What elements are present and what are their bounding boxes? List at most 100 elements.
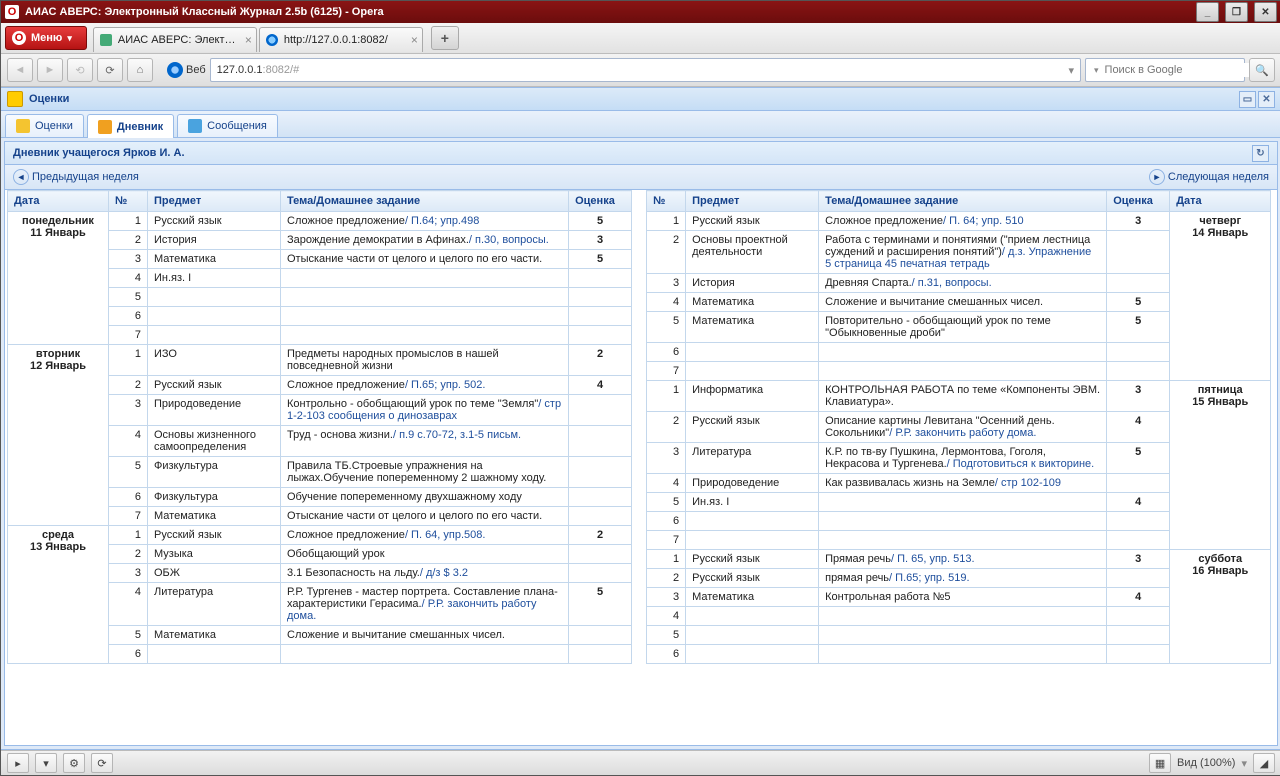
browser-tab[interactable]: http://127.0.0.1:8082/×: [259, 27, 423, 52]
grade-cell: 4: [1107, 412, 1170, 443]
lesson-num: 3: [109, 250, 148, 269]
homework-link[interactable]: / стр 102-109: [995, 477, 1061, 489]
homework-link[interactable]: / П. 64; упр. 510: [943, 215, 1024, 227]
lesson-num: 6: [647, 645, 686, 664]
homework-link[interactable]: / стр 1-2-103 сообщения о динозаврах: [287, 398, 561, 422]
browser-tab[interactable]: АИАС АВЕРС: Электрон...×: [93, 27, 257, 52]
subject-cell: Основы жизненного самоопределения: [148, 426, 281, 457]
grade-cell: [569, 488, 632, 507]
subject-cell: Русский язык: [686, 412, 819, 443]
lesson-num: 7: [109, 326, 148, 345]
grade-cell: 3: [1107, 212, 1170, 231]
address-bar: ◄ ► ⟲ ⟳ ⌂ Веб 127.0.0.1:8082/# ▾ ▾ 🔍: [1, 54, 1280, 87]
th-topic: Тема/Домашнее задание: [819, 191, 1107, 212]
grade-cell: 4: [569, 376, 632, 395]
address-input[interactable]: 127.0.0.1:8082/# ▾: [210, 58, 1081, 82]
lesson-num: 6: [109, 307, 148, 326]
subject-cell: Русский язык: [686, 550, 819, 569]
lesson-num: 5: [647, 626, 686, 645]
minimize-button[interactable]: _: [1196, 2, 1219, 22]
subpanel-header: Дневник учащегося Ярков И. А. ↻: [5, 142, 1277, 165]
homework-link[interactable]: / п.31, вопросы.: [912, 277, 992, 289]
homework-link[interactable]: / п.30, вопросы.: [469, 234, 549, 246]
grade-cell: 5: [1107, 312, 1170, 343]
search-box[interactable]: ▾: [1085, 58, 1245, 82]
homework-link[interactable]: / П.64; упр.498: [405, 215, 479, 227]
status-misc-button[interactable]: ⚙: [63, 753, 85, 773]
grade-cell: [1107, 362, 1170, 381]
topic-cell: Правила ТБ.Строевые упражнения на лыжах.…: [281, 457, 569, 488]
topic-cell: [281, 288, 569, 307]
maximize-panel-button[interactable]: ▭: [1239, 91, 1256, 108]
home-button[interactable]: ⌂: [127, 58, 153, 82]
tab-icon: [16, 119, 30, 133]
topic-cell: Работа с терминами и понятиями ("прием л…: [819, 231, 1107, 274]
lesson-num: 4: [647, 474, 686, 493]
homework-link[interactable]: / П. 64, упр.508.: [405, 529, 486, 541]
lesson-num: 4: [109, 269, 148, 288]
grade-cell: [1107, 626, 1170, 645]
subject-cell: Физкультура: [148, 488, 281, 507]
homework-link[interactable]: / п.9 с.70-72, з.1-5 письм.: [393, 429, 521, 441]
app-tab-дневник[interactable]: Дневник: [87, 114, 174, 138]
panel-toggle-button[interactable]: ▸: [7, 753, 29, 773]
homework-link[interactable]: / П.65; упр. 519.: [889, 572, 970, 584]
prev-week-link[interactable]: ◄Предыдущая неделя: [13, 169, 139, 185]
sync-button[interactable]: ⟳: [91, 753, 113, 773]
close-tab-icon[interactable]: ×: [245, 33, 252, 47]
globe-icon: [167, 62, 183, 78]
subject-cell: Основы проектной деятельности: [686, 231, 819, 274]
lesson-num: 6: [109, 488, 148, 507]
lesson-num: 2: [647, 569, 686, 588]
grade-cell: [1107, 343, 1170, 362]
topic-cell: [281, 645, 569, 664]
day-cell: среда13 Январь: [8, 526, 109, 664]
grade-cell: 5: [569, 250, 632, 269]
refresh-button[interactable]: ↻: [1252, 145, 1269, 162]
new-tab-button[interactable]: +: [431, 26, 459, 50]
homework-link[interactable]: / д.з. Упражнение 5 страница 45 печатная…: [825, 246, 1091, 270]
resize-grip[interactable]: ◢: [1253, 753, 1275, 773]
grade-cell: [569, 426, 632, 457]
homework-link[interactable]: / д/з $ 3.2: [420, 567, 468, 579]
grade-cell: [1107, 231, 1170, 274]
lesson-num: 2: [109, 376, 148, 395]
subject-cell: Природоведение: [686, 474, 819, 493]
status-config-button[interactable]: ▾: [35, 753, 57, 773]
back-button[interactable]: ◄: [7, 58, 33, 82]
opera-menu-button[interactable]: O Меню: [5, 26, 87, 50]
topic-cell: Обучение попеременному двухшажному ходу: [281, 488, 569, 507]
next-week-link[interactable]: ►Следующая неделя: [1149, 169, 1269, 185]
app-tab-сообщения[interactable]: Сообщения: [177, 114, 278, 137]
lesson-num: 1: [647, 212, 686, 231]
subject-cell: Русский язык: [148, 376, 281, 395]
reload-button[interactable]: ⟳: [97, 58, 123, 82]
grade-cell: 5: [1107, 293, 1170, 312]
topic-cell: [281, 269, 569, 288]
diary-right-table: № Предмет Тема/Домашнее задание ОценкаДа…: [646, 190, 1271, 664]
homework-link[interactable]: / П.65; упр. 502.: [405, 379, 486, 391]
homework-link[interactable]: / Подготовиться к викторине.: [947, 458, 1095, 470]
lesson-num: 5: [109, 288, 148, 307]
maximize-button[interactable]: ❐: [1225, 2, 1248, 22]
grade-cell: [569, 269, 632, 288]
close-button[interactable]: ✕: [1254, 2, 1277, 22]
homework-link[interactable]: / Р.Р. закончить работу дома.: [287, 598, 537, 622]
close-panel-button[interactable]: ✕: [1258, 91, 1275, 108]
forward-button[interactable]: ►: [37, 58, 63, 82]
topic-cell: [819, 607, 1107, 626]
app-tab-оценки[interactable]: Оценки: [5, 114, 84, 137]
lesson-row: 1 Русский язык Сложное предложение/ П. 6…: [647, 212, 1271, 231]
rewind-button[interactable]: ⟲: [67, 58, 93, 82]
search-button[interactable]: 🔍: [1249, 58, 1275, 82]
topic-cell: [819, 531, 1107, 550]
homework-link[interactable]: / Р.Р. закончить работу дома.: [889, 427, 1036, 439]
lesson-num: 6: [647, 343, 686, 362]
view-mode-button[interactable]: ▦: [1149, 753, 1171, 773]
browser-tab-strip: АИАС АВЕРС: Электрон...×http://127.0.0.1…: [93, 24, 425, 52]
close-tab-icon[interactable]: ×: [411, 33, 418, 47]
search-input[interactable]: [1103, 63, 1249, 77]
grade-cell: [1107, 274, 1170, 293]
subject-cell: [148, 645, 281, 664]
homework-link[interactable]: / П. 65, упр. 513.: [891, 553, 975, 565]
